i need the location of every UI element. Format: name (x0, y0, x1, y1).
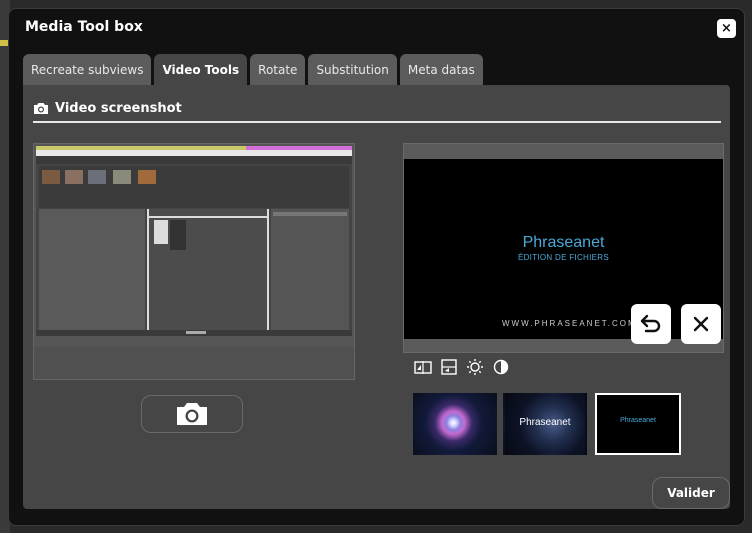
capture-thumbnail-2[interactable]: Phraseanet (503, 393, 587, 455)
tab-bar: Recreate subviews Video Tools Rotate Sub… (23, 54, 486, 85)
dialog-title: Media Tool box (25, 19, 143, 35)
capture-screenshot-button[interactable] (141, 395, 243, 433)
video-subtitle-text: ÉDITION DE FICHIERS (517, 253, 610, 262)
capture-thumbnail-3-selected[interactable]: Phraseanet (595, 393, 681, 455)
tab-meta-datas[interactable]: Meta datas (399, 54, 483, 85)
video-player[interactable]: Phraseanet ÉDITION DE FICHIERS WWW.PHRAS… (404, 159, 723, 339)
camera-icon (34, 103, 48, 114)
dialog-close-button[interactable]: × (717, 19, 736, 38)
media-toolbox-dialog: Media Tool box × Recreate subviews Video… (8, 8, 745, 526)
brightness-icon (467, 359, 483, 375)
capture-thumbnail-1[interactable] (413, 393, 497, 455)
thumbnail-label: Phraseanet (620, 417, 656, 424)
brightness-button[interactable] (465, 357, 485, 377)
undo-icon (640, 314, 661, 333)
camera-icon (177, 403, 207, 425)
source-video-frame (33, 143, 355, 380)
video-brand-text: Phraseanet (522, 234, 605, 251)
video-url-text: WWW.PHRASEANET.COM (502, 319, 637, 328)
section-title: Video screenshot (55, 101, 182, 116)
app-screenshot-image (36, 146, 352, 336)
contrast-button[interactable] (491, 357, 511, 377)
source-video-preview[interactable] (36, 146, 352, 336)
source-video-controls (34, 347, 354, 379)
section-divider (33, 121, 721, 123)
video-tools-panel: Video screenshot Phraseanet ÉDITION DE F… (23, 85, 730, 509)
tab-recreate-subviews[interactable]: Recreate subviews (23, 54, 152, 85)
flip-vertical-button[interactable] (439, 357, 459, 377)
image-tools (413, 357, 517, 377)
tab-video-tools[interactable]: Video Tools (154, 54, 248, 85)
section-header: Video screenshot (33, 101, 182, 116)
close-icon (693, 316, 709, 332)
validate-button[interactable]: Valider (652, 477, 730, 509)
flip-horizontal-icon (414, 361, 432, 374)
undo-button[interactable] (631, 304, 671, 344)
flip-horizontal-button[interactable] (413, 357, 433, 377)
tab-substitution[interactable]: Substitution (308, 54, 397, 85)
video-player-frame: Phraseanet ÉDITION DE FICHIERS WWW.PHRAS… (403, 143, 724, 353)
delete-capture-button[interactable] (681, 304, 721, 344)
tab-rotate[interactable]: Rotate (250, 54, 306, 85)
flip-vertical-icon (441, 359, 457, 375)
contrast-icon (493, 359, 509, 375)
thumbnail-label: Phraseanet (519, 417, 571, 428)
